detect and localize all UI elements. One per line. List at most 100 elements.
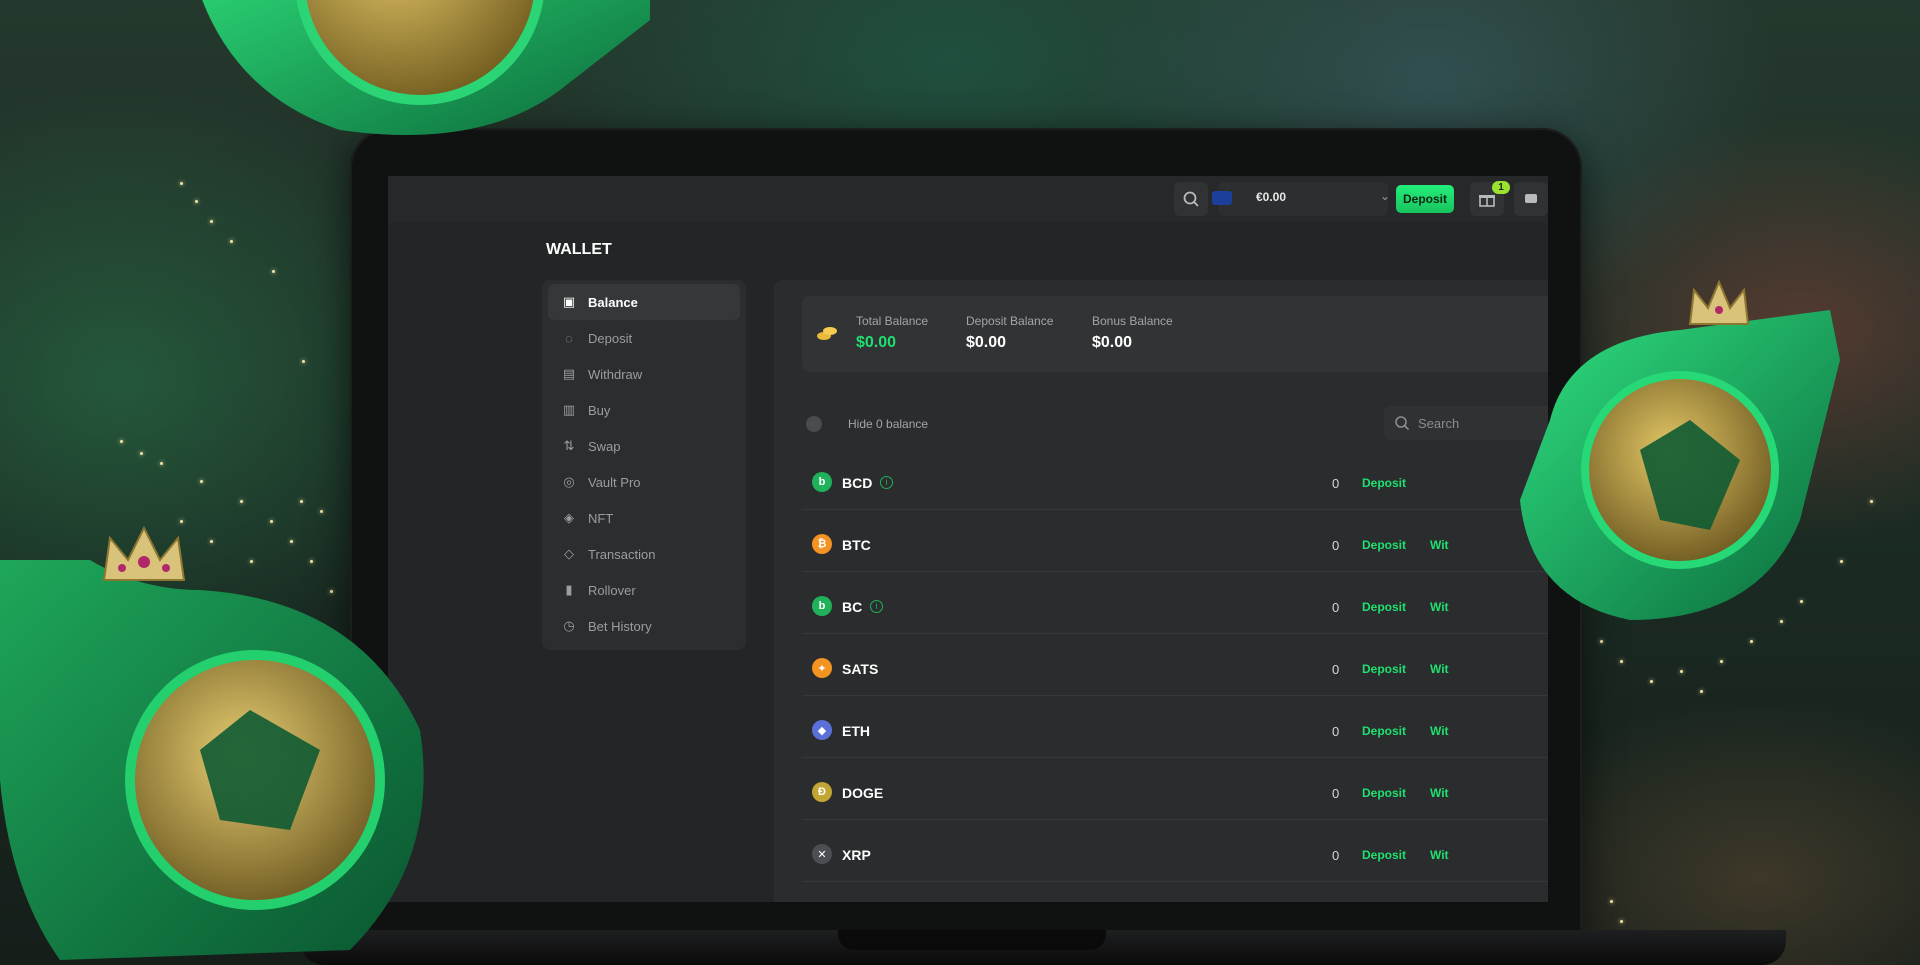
eu-flag-icon (1212, 191, 1232, 205)
sidebar-item-swap[interactable]: ⇅ Swap (548, 428, 740, 464)
vault-icon: ◎ (563, 474, 575, 489)
wallet-icon: ▣ (562, 294, 576, 309)
coin-symbol: BC (842, 599, 863, 615)
coin-withdraw-link[interactable]: Wit (1430, 662, 1449, 676)
coin-row: ₿ BTC 0 Deposit Wit (802, 514, 1548, 572)
coin-amount: 0 (1332, 662, 1340, 677)
coin-symbol: DOGE (842, 785, 884, 801)
sidebar-item-rollover[interactable]: ▮ Rollover (548, 572, 740, 608)
hide-zero-label: Hide 0 balance (848, 417, 929, 431)
deposit-balance: Deposit Balance $0.00 (966, 314, 1053, 352)
coin-deposit-link[interactable]: Deposit (1362, 476, 1406, 490)
coin-symbol: BTC (842, 537, 871, 553)
currency-selector[interactable] (1218, 182, 1388, 216)
transaction-icon: ◇ (564, 546, 574, 561)
coins-icon (817, 327, 837, 340)
coin-deposit-link[interactable]: Deposit (1362, 600, 1406, 614)
coin-amount: 0 (1332, 848, 1340, 863)
sidebar-item-nft[interactable]: ◈ NFT (548, 500, 740, 536)
info-icon[interactable]: i (870, 600, 883, 613)
coin-withdraw-link[interactable]: Wit (1430, 848, 1449, 862)
doge-coin-icon: Ð (812, 782, 832, 802)
coin-row: b BC i 0 Deposit Wit (802, 576, 1548, 634)
coin-row: b BCD i 0 Deposit (802, 452, 1548, 510)
coin-deposit-link[interactable]: Deposit (1362, 662, 1406, 676)
sidebar-item-withdraw[interactable]: ▤ Withdraw (548, 356, 740, 392)
coin-withdraw-link[interactable]: Wit (1430, 724, 1449, 738)
coin-symbol: BCD (842, 475, 873, 491)
coin-amount: 0 (1332, 476, 1340, 491)
eth-coin-icon: ◆ (812, 720, 832, 740)
wallet-screen: €0.00 ⌄ Deposit 1 WALLET ▣ Balance ◌ Deposi… (388, 176, 1548, 902)
sidebar-item-deposit[interactable]: ◌ Deposit (548, 320, 740, 356)
header-deposit-button[interactable]: Deposit (1396, 185, 1454, 213)
sidebar-item-label: Withdraw (588, 366, 643, 382)
sidebar-item-bet-history[interactable]: ◷ Bet History (548, 608, 740, 644)
coin-row: Ð DOGE 0 Deposit Wit (802, 762, 1548, 820)
nft-icon: ◈ (564, 510, 574, 525)
bonus-balance: Bonus Balance $0.00 (1092, 314, 1173, 352)
total-balance: Total Balance $0.00 (856, 314, 928, 352)
chat-icon (1525, 194, 1537, 203)
sidebar-item-label: Transaction (588, 546, 656, 562)
sidebar-item-label: NFT (588, 510, 614, 526)
search-placeholder: Search (1418, 416, 1460, 431)
brand-logo-right (1520, 310, 1840, 620)
crown-icon (102, 525, 186, 581)
currency-amount: €0.00 (1256, 190, 1287, 204)
search-icon (1395, 416, 1410, 431)
coin-deposit-link[interactable]: Deposit (1362, 848, 1406, 862)
total-balance-label: Total Balance (856, 314, 929, 328)
deposit-balance-label: Deposit Balance (966, 314, 1054, 328)
coin-withdraw-link[interactable]: Wit (1430, 600, 1449, 614)
page-title: WALLET (546, 241, 612, 258)
bonus-balance-value: $0.00 (1092, 334, 1133, 351)
history-icon: ◷ (563, 618, 575, 633)
brand-logo-top-left (202, 0, 650, 135)
sidebar-item-label: Bet History (588, 618, 652, 634)
coin-deposit-link[interactable]: Deposit (1362, 724, 1406, 738)
coin-deposit-link[interactable]: Deposit (1362, 538, 1406, 552)
sidebar-item-buy[interactable]: ▥ Buy (548, 392, 740, 428)
coin-amount: 0 (1332, 538, 1340, 553)
balance-summary-card: Total Balance $0.00 Deposit Balance $0.0… (802, 296, 1548, 372)
chat-button[interactable] (1514, 182, 1548, 216)
info-icon[interactable]: i (880, 476, 893, 489)
coin-row: ✦ SATS 0 Deposit Wit (802, 638, 1548, 696)
sidebar-item-label: Swap (588, 438, 621, 454)
gift-icon (1479, 195, 1495, 207)
rollover-icon: ▮ (565, 582, 573, 597)
coin-row: ✕ XRP 0 Deposit Wit (802, 824, 1548, 882)
coin-amount: 0 (1332, 724, 1340, 739)
notification-badge: 1 (1492, 181, 1510, 194)
coin-symbol: ETH (842, 723, 870, 739)
sidebar-item-label: Vault Pro (588, 474, 641, 490)
sats-coin-icon: ✦ (812, 658, 832, 678)
sidebar-item-label: Balance (588, 294, 638, 310)
deposit-balance-value: $0.00 (966, 334, 1007, 351)
bcd-coin-icon: b (812, 472, 832, 492)
search-button[interactable] (1174, 182, 1208, 216)
sidebar-item-label: Buy (588, 402, 611, 418)
coin-amount: 0 (1332, 600, 1340, 615)
chevron-down-icon: ⌄ (1380, 189, 1391, 203)
sidebar-item-transaction[interactable]: ◇ Transaction (548, 536, 740, 572)
coin-row: ◆ ETH 0 Deposit Wit (802, 700, 1548, 758)
buy-icon: ▥ (562, 402, 576, 417)
coin-amount: 0 (1332, 786, 1340, 801)
coin-withdraw-link[interactable]: Wit (1430, 786, 1449, 800)
brand-logo-bottom-left (0, 560, 424, 960)
sidebar-item-label: Deposit (588, 330, 633, 346)
coin-symbol: SATS (842, 661, 879, 677)
bc-coin-icon: b (812, 596, 832, 616)
sidebar-item-vault-pro[interactable]: ◎ Vault Pro (548, 464, 740, 500)
xrp-coin-icon: ✕ (812, 844, 832, 864)
withdraw-icon: ▤ (562, 366, 576, 381)
coin-withdraw-link[interactable]: Wit (1430, 538, 1449, 552)
coin-deposit-link[interactable]: Deposit (1362, 786, 1406, 800)
sidebar-item-balance[interactable]: ▣ Balance (548, 284, 740, 320)
search-icon (1183, 191, 1199, 207)
deposit-icon: ◌ (565, 330, 573, 346)
hide-zero-toggle[interactable] (806, 416, 822, 432)
coin-symbol: XRP (842, 847, 871, 863)
